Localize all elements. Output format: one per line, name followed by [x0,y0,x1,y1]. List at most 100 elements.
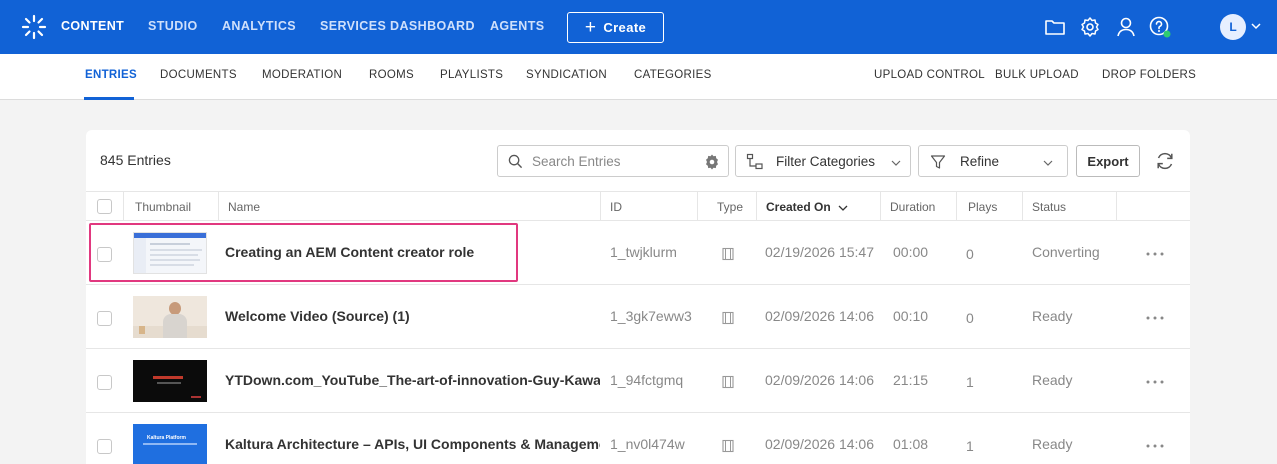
entry-id: 1_twjklurm [610,244,677,260]
search-settings-gear-icon[interactable] [703,153,721,171]
chevron-down-icon[interactable] [1250,20,1262,32]
kaltura-logo-icon[interactable] [20,13,48,41]
entries-count: 845 Entries [100,152,171,168]
row-checkbox[interactable] [97,311,112,326]
entry-duration: 01:08 [893,436,929,452]
entry-name[interactable]: YTDown.com_YouTube_The-art-of-innovation… [225,372,600,388]
nav-studio[interactable]: STUDIO [148,19,198,33]
filter-categories-dropdown[interactable]: Filter Categories [735,145,911,177]
user-icon[interactable] [1114,15,1138,39]
help-icon[interactable] [1148,15,1172,39]
video-type-icon [722,311,734,325]
header-status[interactable]: Status [1032,200,1066,214]
column-divider [880,192,881,220]
header-name[interactable]: Name [228,200,260,214]
entry-created-on: 02/09/2026 14:06 [765,308,874,324]
tab-upload-control[interactable]: UPLOAD CONTROL [874,69,985,81]
tab-drop-folders[interactable]: DROP FOLDERS [1102,69,1196,81]
tab-playlists[interactable]: PLAYLISTS [440,69,503,81]
entry-plays: 1 [966,438,974,454]
select-all-checkbox[interactable] [97,199,112,214]
more-actions-icon[interactable] [1145,315,1165,321]
entry-created-on: 02/09/2026 14:06 [765,372,874,388]
entry-plays: 0 [966,246,974,262]
search-box[interactable] [497,145,729,177]
entry-name[interactable]: Kaltura Architecture – APIs, UI Componen… [225,436,600,452]
more-actions-icon[interactable] [1145,379,1165,385]
thumbnail-welcome-video[interactable] [133,296,207,338]
export-button[interactable]: Export [1076,145,1140,177]
entry-status: Converting [1032,244,1100,260]
tab-syndication[interactable]: SYNDICATION [526,69,607,81]
search-icon [508,154,523,169]
header-id[interactable]: ID [610,200,622,214]
filter-funnel-icon [930,155,946,169]
entry-created-on: 02/19/2026 15:47 [765,244,874,260]
column-divider [1116,192,1117,220]
create-button[interactable]: + Create [567,12,664,43]
entry-id: 1_94fctgmq [610,372,684,388]
selection-highlight-box [89,223,518,282]
entry-id: 1_3gk7eww3 [610,308,692,324]
plus-icon: + [584,17,597,38]
tab-entries[interactable]: ENTRIES [85,69,137,81]
video-type-icon [722,439,734,453]
category-tree-icon [746,153,763,170]
entry-duration: 21:15 [893,372,929,388]
settings-gear-icon[interactable] [1078,15,1102,39]
video-type-icon [722,375,734,389]
sort-chevron-down-icon[interactable] [838,204,848,212]
column-divider [1022,192,1023,220]
tab-bulk-upload[interactable]: BULK UPLOAD [995,69,1079,81]
tab-documents[interactable]: DOCUMENTS [160,69,237,81]
active-tab-indicator [84,97,134,100]
tab-categories[interactable]: CATEGORIES [634,69,712,81]
filter-categories-label: Filter Categories [776,154,876,169]
row-checkbox[interactable] [97,375,112,390]
chevron-down-icon [1043,160,1053,166]
avatar[interactable]: L [1220,14,1246,40]
thumbnail-caption: Kaltura Platform [147,435,186,441]
column-divider [600,192,601,220]
column-divider [956,192,957,220]
thumbnail-guy-kawasaki[interactable] [133,360,207,402]
more-actions-icon[interactable] [1145,251,1165,257]
header-plays[interactable]: Plays [968,200,997,214]
entry-duration: 00:00 [893,244,929,260]
sub-navigation-bar: ENTRIES DOCUMENTS MODERATION ROOMS PLAYL… [0,54,1277,100]
folder-icon[interactable] [1043,15,1067,39]
header-type[interactable]: Type [717,200,743,214]
tab-moderation[interactable]: MODERATION [262,69,342,81]
row-checkbox[interactable] [97,439,112,454]
column-divider [218,192,219,220]
entry-plays: 0 [966,310,974,326]
refine-label: Refine [960,154,1000,169]
search-input[interactable] [532,152,682,170]
more-actions-icon[interactable] [1145,443,1165,449]
entry-name[interactable]: Welcome Video (Source) (1) [225,308,410,324]
refine-dropdown[interactable]: Refine [918,145,1068,177]
entry-created-on: 02/09/2026 14:06 [765,436,874,452]
nav-content[interactable]: CONTENT [61,19,124,33]
create-button-label: Create [603,20,647,35]
column-divider [697,192,698,220]
header-created-on[interactable]: Created On [766,200,831,214]
entry-status: Ready [1032,372,1073,388]
header-duration[interactable]: Duration [890,200,935,214]
column-divider [756,192,757,220]
column-divider [123,192,124,220]
entry-duration: 00:10 [893,308,929,324]
video-type-icon [722,247,734,261]
entry-plays: 1 [966,374,974,390]
entry-status: Ready [1032,436,1073,452]
nav-agents[interactable]: AGENTS [490,19,545,33]
chevron-down-icon [891,160,901,166]
tab-rooms[interactable]: ROOMS [369,69,414,81]
thumbnail-kaltura-architecture[interactable]: Kaltura Platform [133,424,207,464]
refresh-icon[interactable] [1154,150,1176,172]
top-navigation-bar: CONTENT STUDIO ANALYTICS SERVICES DASHBO… [0,0,1277,54]
nav-services-dashboard[interactable]: SERVICES DASHBOARD [320,19,475,33]
entry-id: 1_nv0l474w [610,436,685,452]
entry-status: Ready [1032,308,1073,324]
nav-analytics[interactable]: ANALYTICS [222,19,296,33]
